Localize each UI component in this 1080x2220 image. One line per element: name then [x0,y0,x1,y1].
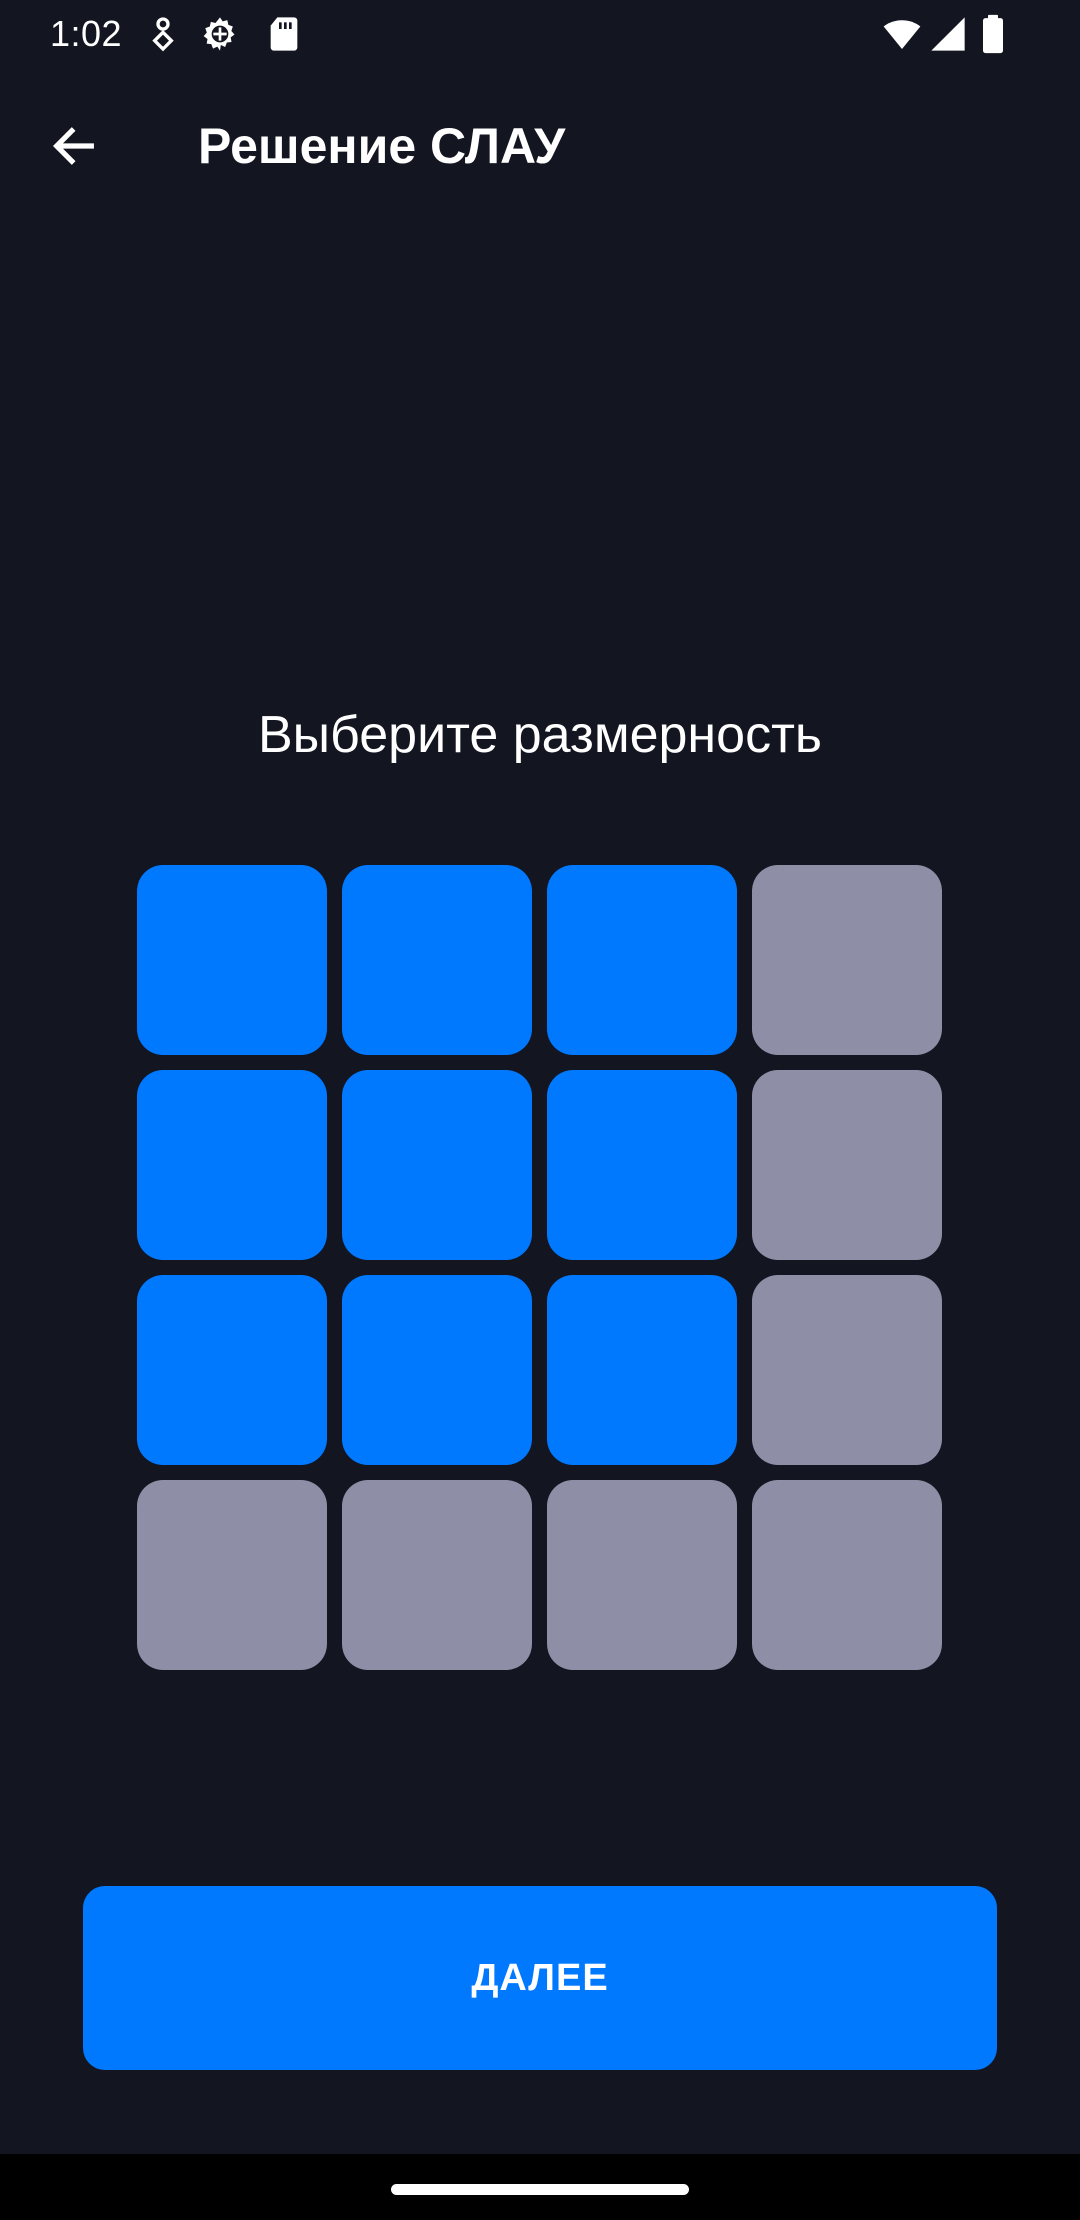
cellular-signal-icon [928,14,968,54]
next-button[interactable]: ДАЛЕЕ [83,1886,997,2070]
grid-cell-r4-c3[interactable] [547,1480,737,1670]
dimension-grid [137,865,943,1671]
grid-cell-r3-c4[interactable] [752,1275,942,1465]
navigation-bar [0,2154,1080,2220]
grid-cell-r2-c3[interactable] [547,1070,737,1260]
grid-cell-r2-c2[interactable] [342,1070,532,1260]
grid-cell-r1-c2[interactable] [342,865,532,1055]
grid-cell-r4-c1[interactable] [137,1480,327,1670]
settings-gear-icon [200,14,240,54]
app-bar: Решение СЛАУ [0,90,1080,200]
grid-cell-r1-c1[interactable] [137,865,327,1055]
grid-cell-r3-c1[interactable] [137,1275,327,1465]
status-bar: 1:02 [0,0,1080,68]
page-title: Решение СЛАУ [198,118,566,174]
dimension-prompt: Выберите размерность [258,706,822,764]
battery-icon [978,14,1008,54]
back-button[interactable] [36,108,112,184]
grid-cell-r1-c3[interactable] [547,865,737,1055]
grid-cell-r4-c2[interactable] [342,1480,532,1670]
arrow-back-icon [48,120,100,172]
grid-cell-r2-c4[interactable] [752,1070,942,1260]
sd-card-icon [264,14,304,54]
grid-cell-r1-c4[interactable] [752,865,942,1055]
status-time: 1:02 [50,13,123,54]
grid-cell-r4-c4[interactable] [752,1480,942,1670]
pin-heart-icon [143,14,183,54]
app-screen: 1:02 Решение СЛАУ Выберите размерность Д… [0,0,1080,2154]
wifi-icon [880,14,924,54]
home-gesture-handle[interactable] [391,2184,689,2195]
grid-cell-r3-c2[interactable] [342,1275,532,1465]
grid-cell-r2-c1[interactable] [137,1070,327,1260]
grid-cell-r3-c3[interactable] [547,1275,737,1465]
